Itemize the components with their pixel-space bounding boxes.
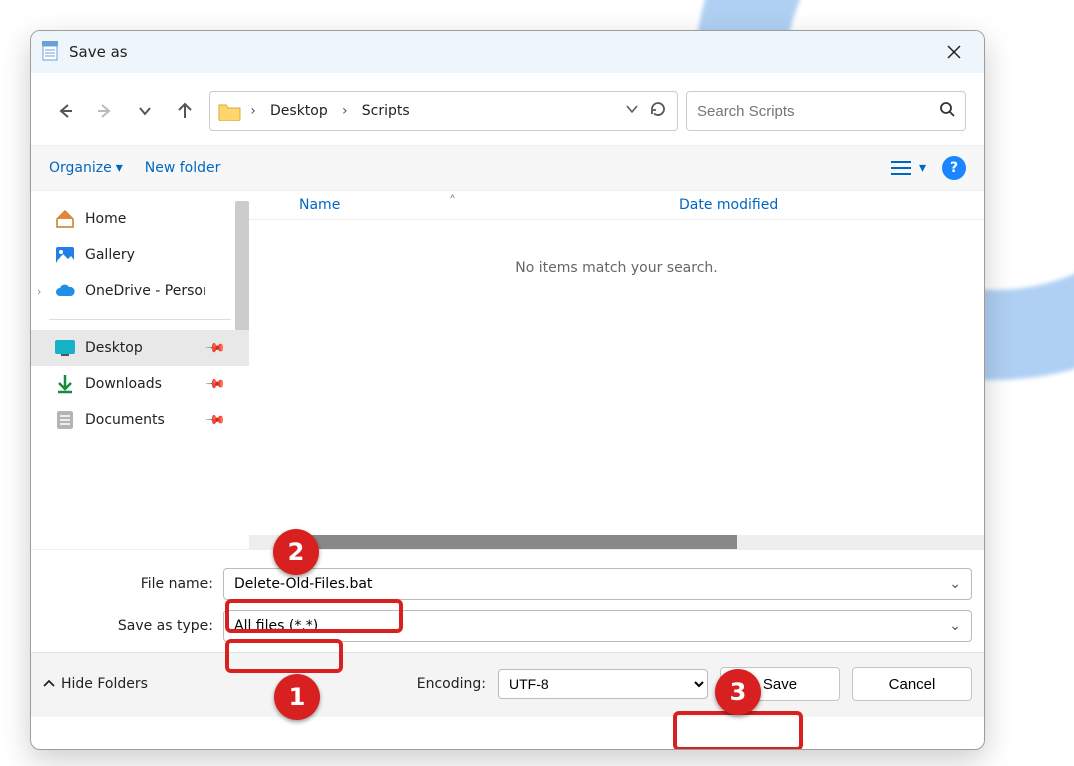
filename-input[interactable]: Delete-Old-Files.bat ⌄ [223,568,972,600]
gallery-icon [55,245,75,265]
nav-back-button[interactable] [49,95,81,127]
encoding-label: Encoding: [417,676,486,692]
sidebar-item-label: Documents [85,412,165,428]
annotation-marker-3: 3 [715,669,761,715]
arrow-right-icon [96,102,114,120]
sidebar-item-documents[interactable]: Documents 📌 [31,402,249,438]
dialog-title: Save as [69,43,128,61]
hscroll-thumb[interactable] [307,535,737,549]
sidebar-item-label: Downloads [85,376,162,392]
notepad-icon [41,41,59,63]
close-icon [947,45,961,59]
organize-label: Organize [49,160,112,176]
dialog-footer: Hide Folders Encoding: UTF-8 Save Cancel [31,652,984,717]
folder-icon [218,101,242,121]
filename-value: Delete-Old-Files.bat [234,576,372,592]
close-button[interactable] [934,37,974,67]
sort-indicator-icon: ˄ [449,194,456,210]
column-date[interactable]: Date modified [669,197,778,213]
sidebar-item-home[interactable]: Home [31,201,249,237]
download-icon [55,374,75,394]
search-input[interactable] [697,103,931,120]
cancel-button[interactable]: Cancel [852,667,972,701]
sidebar-item-label: Gallery [85,247,135,263]
chevron-down-icon: ⌄ [949,618,961,634]
sidebar-item-label: Desktop [85,340,143,356]
home-icon [55,209,75,229]
sidebar: Home Gallery › OneDrive - Personal Deskt… [31,191,249,549]
sidebar-item-label: OneDrive - Personal [85,283,205,299]
chevron-right-icon: › [338,103,352,119]
help-button[interactable]: ? [942,156,966,180]
cloud-icon [55,281,75,301]
sidebar-item-onedrive[interactable]: › OneDrive - Personal [31,273,249,309]
pin-icon: 📌 [204,409,226,431]
nav-forward-button[interactable] [89,95,121,127]
caret-down-icon: ▾ [116,160,123,176]
chevron-down-icon [138,104,152,118]
desktop-icon [55,338,75,358]
refresh-icon [649,100,667,118]
breadcrumb-desktop[interactable]: Desktop [264,103,334,119]
caret-down-icon: ▾ [919,160,926,176]
sidebar-item-gallery[interactable]: Gallery [31,237,249,273]
hide-folders-button[interactable]: Hide Folders [43,676,148,692]
hide-folders-label: Hide Folders [61,676,148,692]
view-menu[interactable]: ▾ [891,160,926,176]
refresh-button[interactable] [647,100,669,122]
chevron-down-icon [625,102,639,116]
annotation-marker-2: 2 [273,529,319,575]
address-bar[interactable]: › Desktop › Scripts [209,91,678,131]
sidebar-item-desktop[interactable]: Desktop 📌 [31,330,249,366]
search-icon [939,101,955,121]
sidebar-separator [49,319,231,320]
chevron-right-icon: › [246,103,260,119]
toolbar: Organize ▾ New folder ▾ ? [31,145,984,191]
column-name[interactable]: Name˄ [249,197,669,213]
nav-up-button[interactable] [169,95,201,127]
annotation-marker-1: 1 [274,674,320,720]
save-as-dialog: Save as › Desktop › Scripts Organize [30,30,985,750]
saveastype-select[interactable]: All files (*.*) ⌄ [223,610,972,642]
organize-menu[interactable]: Organize ▾ [49,160,123,176]
column-headers: Name˄ Date modified [249,191,984,220]
chevron-up-icon [43,678,55,690]
encoding-select[interactable]: UTF-8 [498,669,708,699]
pin-icon: 📌 [204,337,226,359]
arrow-left-icon [56,102,74,120]
breadcrumb-scripts[interactable]: Scripts [356,103,416,119]
new-folder-button[interactable]: New folder [145,160,221,176]
list-view-icon [891,160,911,176]
chevron-right-icon: › [37,285,41,298]
sidebar-item-label: Home [85,211,126,227]
nav-row: › Desktop › Scripts [31,73,984,145]
saveastype-value: All files (*.*) [234,618,318,634]
file-list-pane: Name˄ Date modified No items match your … [249,191,984,549]
documents-icon [55,410,75,430]
arrow-up-icon [176,102,194,120]
empty-message: No items match your search. [249,220,984,276]
sidebar-item-downloads[interactable]: Downloads 📌 [31,366,249,402]
filename-label: File name: [43,576,223,592]
pin-icon: 📌 [204,373,226,395]
saveastype-label: Save as type: [43,618,223,634]
address-dropdown[interactable] [621,102,643,120]
search-box[interactable] [686,91,966,131]
filename-panel: File name: Delete-Old-Files.bat ⌄ Save a… [31,549,984,652]
nav-recent-button[interactable] [129,95,161,127]
chevron-down-icon: ⌄ [949,576,961,592]
titlebar: Save as [31,31,984,73]
